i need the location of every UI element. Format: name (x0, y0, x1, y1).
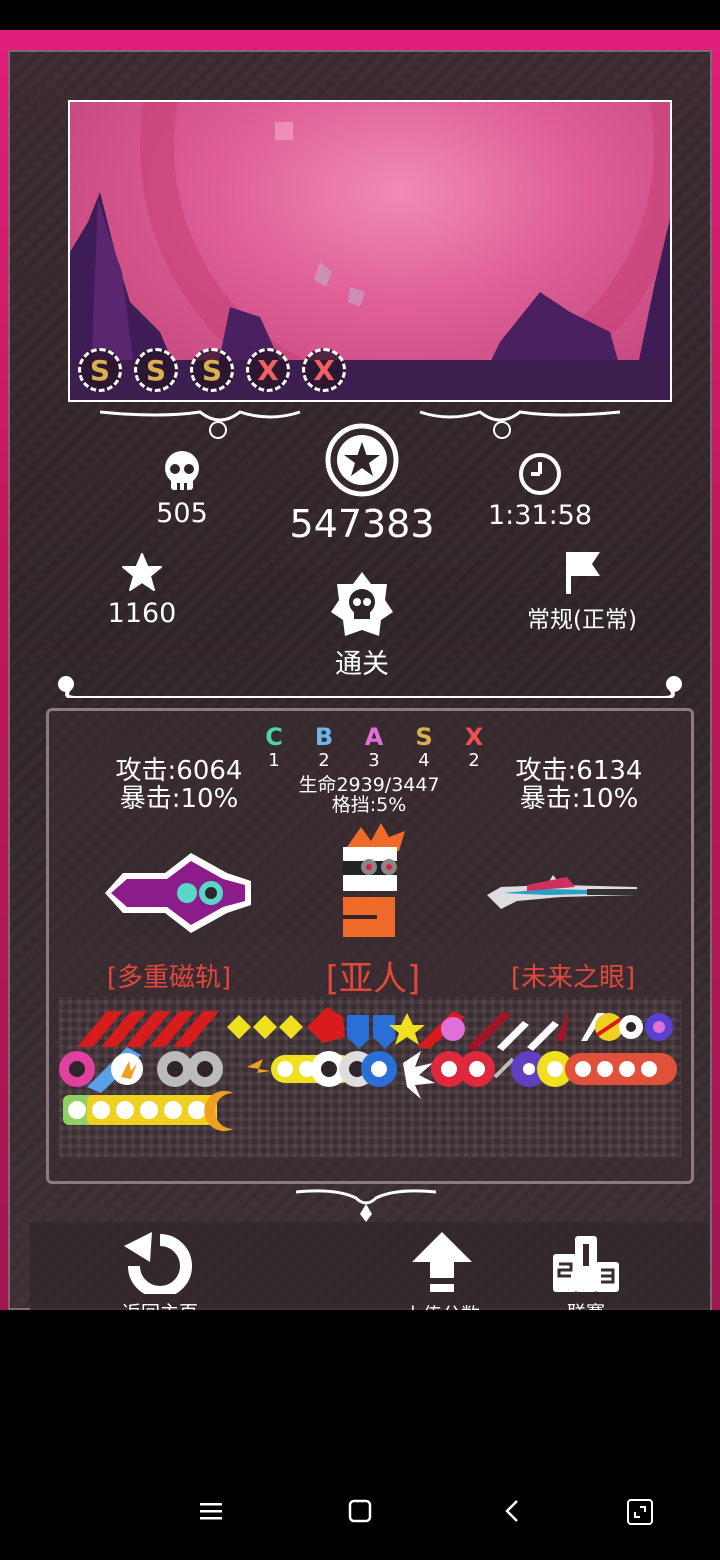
stars-value: 1160 (107, 598, 177, 629)
grade-letter: S (415, 723, 433, 751)
character-block: 格挡:5% (331, 794, 407, 816)
status-bar (0, 0, 720, 30)
league-button[interactable]: 联赛 (526, 1232, 646, 1310)
rank-medal: X (246, 348, 290, 392)
grade-b: B 2 (309, 723, 339, 771)
screen-toggle-icon[interactable] (626, 1498, 654, 1526)
loadout-box: C 1 B 2 A 3 S 4 X 2 攻击:6064 暴击:10% 生命293… (46, 708, 694, 1184)
score-value: 547383 (289, 502, 435, 546)
character-sprite (343, 823, 405, 937)
home-square-icon[interactable] (347, 1498, 373, 1524)
podium-icon (553, 1236, 619, 1292)
character-name: [亚人] (325, 959, 421, 999)
league-label: 联赛 (526, 1298, 646, 1310)
game-screen: S S S X X 505 547383 1:31:58 1160 通关 常规(… (0, 30, 720, 1310)
level-preview: S S S X X (68, 100, 672, 402)
left-weapon-name: [多重磁轨] (106, 963, 232, 993)
system-navigation-bar (0, 1310, 720, 1560)
clock-icon (519, 453, 561, 495)
left-attack: 攻击:6064 (115, 756, 243, 786)
kills-stat: 505 (142, 450, 222, 529)
difficulty-value: 常规(正常) (527, 607, 637, 633)
grade-letter: X (464, 723, 484, 751)
grade-x: X 2 (459, 723, 489, 771)
result-panel: S S S X X 505 547383 1:31:58 1160 通关 常规(… (8, 50, 712, 1310)
right-attack: 攻击:6134 (515, 756, 643, 786)
rank-medal: S (190, 348, 234, 392)
upload-score-button[interactable]: 上传分数 (382, 1232, 502, 1310)
right-crit: 暴击:10% (519, 784, 639, 814)
skull-icon (165, 451, 199, 490)
grade-letter: C (265, 723, 283, 751)
star-icon (122, 553, 162, 591)
grade-tally: C 1 B 2 A 3 S 4 X 2 (259, 723, 489, 771)
left-crit: 暴击:10% (119, 784, 239, 814)
flag-icon (566, 552, 600, 594)
score-stat: 547383 (272, 422, 452, 546)
time-stat: 1:31:58 (480, 452, 600, 531)
chip-collection (59, 1007, 677, 1131)
grade-a: A 3 (359, 723, 389, 771)
rank-medals: S S S X X (78, 348, 346, 392)
skull-badge-icon (331, 572, 393, 636)
left-weapon-stats: 攻击:6064 暴击:10% (89, 757, 269, 813)
rank-medal: S (78, 348, 122, 392)
rank-medal: S (134, 348, 178, 392)
right-weapon-name: [未来之眼] (510, 963, 636, 993)
return-icon (124, 1232, 192, 1298)
grade-count: 2 (318, 750, 330, 771)
back-icon[interactable] (500, 1498, 526, 1524)
upload-label: 上传分数 (382, 1300, 502, 1310)
grade-letter: B (314, 723, 334, 751)
character-hp: 生命2939/3447 (298, 774, 440, 796)
grade-letter: A (364, 723, 384, 751)
stars-stat: 1160 (102, 552, 182, 629)
bottom-ornament (296, 1189, 436, 1222)
grade-count: 2 (468, 750, 480, 771)
railgun-sprite (105, 853, 251, 933)
kills-value: 505 (156, 498, 208, 529)
character-stats: 生命2939/3447 格挡:5% (279, 775, 459, 815)
time-value: 1:31:58 (487, 500, 593, 531)
future-eye-sprite (487, 875, 637, 909)
rank-medal: X (302, 348, 346, 392)
scroll-ornament (58, 676, 682, 698)
bottom-action-bar: 返回主页 上传分数 联赛 (30, 1222, 710, 1310)
home-label: 返回主页 (100, 1298, 220, 1310)
difficulty-stat: 常规(正常) (512, 550, 652, 634)
grade-s: S 4 (409, 723, 439, 771)
star-medal-icon (325, 423, 399, 497)
result-stat: 通关 (302, 572, 422, 681)
upload-arrow-icon (412, 1232, 472, 1292)
grade-count: 3 (368, 750, 380, 771)
home-button[interactable]: 返回主页 (100, 1232, 220, 1310)
right-weapon-stats: 攻击:6134 暴击:10% (489, 757, 669, 813)
grade-count: 4 (418, 750, 430, 771)
menu-icon[interactable] (198, 1498, 224, 1524)
